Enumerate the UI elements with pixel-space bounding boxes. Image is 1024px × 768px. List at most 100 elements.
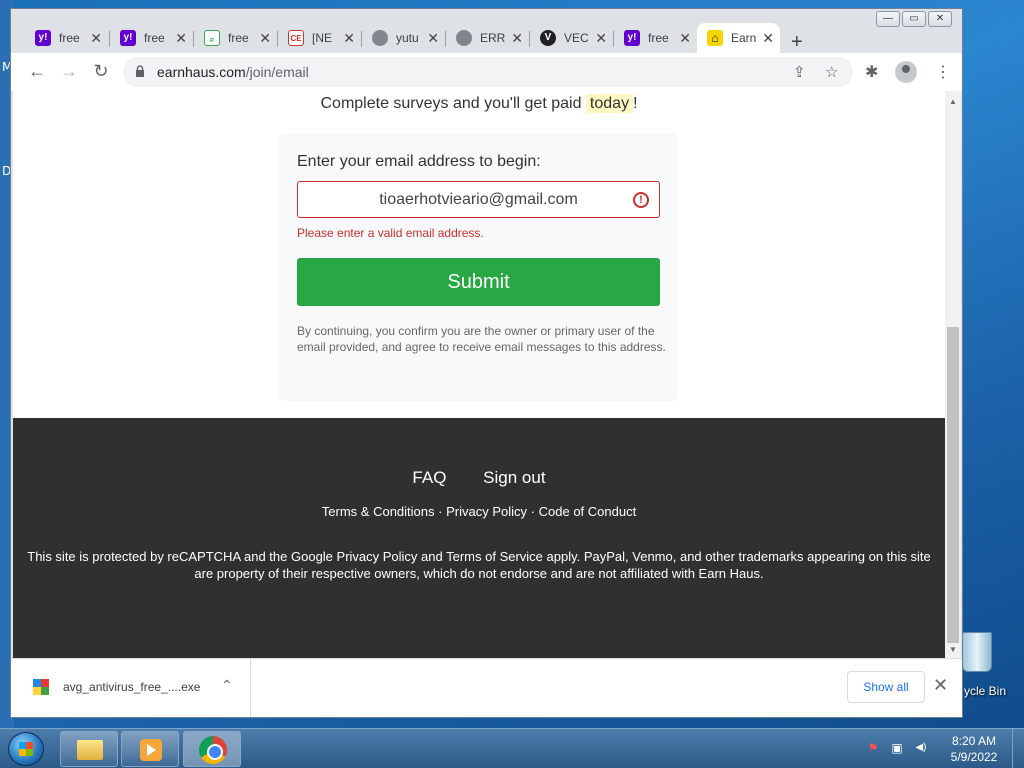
- email-value: tioaerhotvieario@gmail.com: [379, 191, 578, 208]
- taskbar: ⚑ ▣ ◀) 8:20 AM 5/9/2022: [0, 728, 1024, 768]
- error-alert-icon: !: [633, 192, 649, 208]
- chrome-menu-icon[interactable]: ⋮: [935, 62, 951, 82]
- page-scrollbar[interactable]: ▲ ▼: [945, 91, 961, 658]
- tab-7[interactable]: y! free ✕: [614, 23, 697, 53]
- bookmark-star-icon[interactable]: ☆: [825, 63, 838, 81]
- sign-out-link[interactable]: Sign out: [483, 468, 545, 487]
- forward-icon[interactable]: →: [57, 61, 81, 82]
- browser-window: — ▭ ✕ y! free ✕ y! free ✕ ⌕ free ✕ CE [N…: [10, 8, 963, 718]
- tab-title: free: [144, 31, 165, 45]
- email-error-message: Please enter a valid email address.: [297, 226, 484, 240]
- close-tab-icon[interactable]: ✕: [259, 30, 271, 47]
- url-path: /join/email: [245, 64, 309, 80]
- close-tab-icon[interactable]: ✕: [175, 30, 187, 47]
- email-field[interactable]: tioaerhotvieario@gmail.com !: [297, 181, 660, 218]
- tagline-end: !: [633, 95, 638, 112]
- separator: ·: [530, 504, 535, 519]
- url-text: earnhaus.com/join/email: [157, 64, 309, 80]
- submit-button[interactable]: Submit: [297, 258, 660, 306]
- download-file-name: avg_antivirus_free_....exe: [63, 680, 201, 694]
- close-tab-icon[interactable]: ✕: [90, 30, 102, 47]
- close-tab-icon[interactable]: ✕: [595, 30, 607, 47]
- close-downloads-bar-icon[interactable]: ✕: [933, 675, 948, 696]
- share-icon[interactable]: ⇪: [793, 63, 806, 81]
- page-content: Complete surveys and you'll get paid tod…: [13, 91, 945, 658]
- avg-installer-icon: [33, 679, 49, 695]
- tab-3[interactable]: CE [NE ✕: [278, 23, 361, 53]
- action-center-flag-icon[interactable]: ⚑: [866, 741, 880, 755]
- volume-icon[interactable]: ◀): [914, 741, 928, 755]
- chevron-up-icon[interactable]: ⌃: [221, 677, 233, 694]
- browser-toolbar: ← → ↻ earnhaus.com/join/email ⇪ ☆ ✱ ⋮: [11, 53, 962, 91]
- footer-legal-links: Terms & Conditions · Privacy Policy · Co…: [13, 504, 945, 519]
- tab-4[interactable]: yutu ✕: [362, 23, 445, 53]
- faq-link[interactable]: FAQ: [412, 468, 446, 487]
- terms-link[interactable]: Terms & Conditions: [322, 504, 435, 519]
- consent-disclaimer: By continuing, you confirm you are the o…: [297, 324, 666, 354]
- close-tab-icon[interactable]: ✕: [343, 30, 355, 47]
- yahoo-icon: y!: [624, 30, 640, 46]
- earnhaus-house-icon: ⌂: [707, 30, 723, 46]
- show-all-downloads-button[interactable]: Show all: [847, 671, 925, 703]
- system-clock[interactable]: 8:20 AM 5/9/2022: [944, 733, 1004, 765]
- tab-title: ERR: [480, 31, 506, 45]
- tab-0[interactable]: y! free ✕: [25, 23, 108, 53]
- recycle-bin[interactable]: ycle Bin: [958, 630, 1024, 700]
- globe-icon: [456, 30, 472, 46]
- tab-title: VEC: [564, 31, 589, 45]
- close-tab-icon[interactable]: ✕: [427, 30, 439, 47]
- start-button[interactable]: [8, 732, 44, 766]
- globe-icon: [372, 30, 388, 46]
- downloads-bar: avg_antivirus_free_....exe ⌃ Show all ✕: [11, 658, 962, 717]
- ce-icon: CE: [288, 30, 304, 46]
- yahoo-icon: y!: [35, 30, 51, 46]
- address-bar[interactable]: earnhaus.com/join/email ⇪ ☆: [123, 57, 853, 87]
- recycle-bin-label: ycle Bin: [964, 684, 1007, 698]
- tagline-text: Complete surveys and you'll get paid: [320, 95, 582, 112]
- tab-1[interactable]: y! free ✕: [110, 23, 193, 53]
- yahoo-icon: y!: [120, 30, 136, 46]
- tab-title: [NE: [312, 31, 333, 45]
- tab-strip: y! free ✕ y! free ✕ ⌕ free ✕ CE [NE ✕ yu…: [11, 21, 962, 53]
- scroll-down-arrow-icon[interactable]: ▼: [949, 645, 957, 654]
- clock-date: 5/9/2022: [950, 750, 998, 764]
- extensions-puzzle-icon[interactable]: ✱: [865, 62, 878, 82]
- signup-card: Enter your email address to begin: tioae…: [279, 133, 677, 401]
- reload-icon[interactable]: ↻: [89, 61, 113, 82]
- tab-2[interactable]: ⌕ free ✕: [194, 23, 277, 53]
- tab-8-active[interactable]: ⌂ Earn ✕: [697, 23, 780, 53]
- privacy-link[interactable]: Privacy Policy: [446, 504, 527, 519]
- code-of-conduct-link[interactable]: Code of Conduct: [539, 504, 637, 519]
- taskbar-media-player[interactable]: [121, 731, 179, 767]
- media-player-icon: [140, 739, 162, 761]
- new-tab-button[interactable]: +: [791, 31, 803, 54]
- tab-title: free: [648, 31, 669, 45]
- url-domain: earnhaus.com: [157, 64, 246, 80]
- folder-icon: [77, 740, 103, 760]
- tab-6[interactable]: V VEC ✕: [530, 23, 613, 53]
- show-desktop-button[interactable]: [1012, 729, 1024, 768]
- lock-icon: [136, 65, 144, 77]
- footer-primary-links: FAQ Sign out: [13, 468, 945, 488]
- tab-title: yutu: [396, 31, 419, 45]
- network-icon[interactable]: ▣: [890, 741, 904, 755]
- back-icon[interactable]: ←: [25, 61, 49, 82]
- scrollbar-thumb[interactable]: [947, 327, 959, 643]
- close-tab-icon[interactable]: ✕: [762, 30, 774, 47]
- email-prompt: Enter your email address to begin:: [297, 153, 541, 170]
- download-item[interactable]: avg_antivirus_free_....exe ⌃: [11, 659, 251, 717]
- close-tab-icon[interactable]: ✕: [511, 30, 523, 47]
- taskbar-chrome[interactable]: [183, 731, 241, 767]
- scroll-up-arrow-icon[interactable]: ▲: [949, 97, 957, 106]
- taskbar-explorer[interactable]: [60, 731, 118, 767]
- tab-5[interactable]: ERR ✕: [446, 23, 529, 53]
- close-tab-icon[interactable]: ✕: [679, 30, 691, 47]
- recycle-bin-icon: [962, 632, 992, 672]
- profile-avatar-icon[interactable]: [895, 61, 917, 83]
- site-footer: FAQ Sign out Terms & Conditions · Privac…: [13, 418, 945, 658]
- footer-legal-text: This site is protected by reCAPTCHA and …: [27, 549, 931, 581]
- tagline-highlight: today: [585, 94, 634, 113]
- chrome-icon: [199, 736, 227, 764]
- tagline: Complete surveys and you'll get paid tod…: [13, 94, 945, 113]
- tab-title: free: [59, 31, 80, 45]
